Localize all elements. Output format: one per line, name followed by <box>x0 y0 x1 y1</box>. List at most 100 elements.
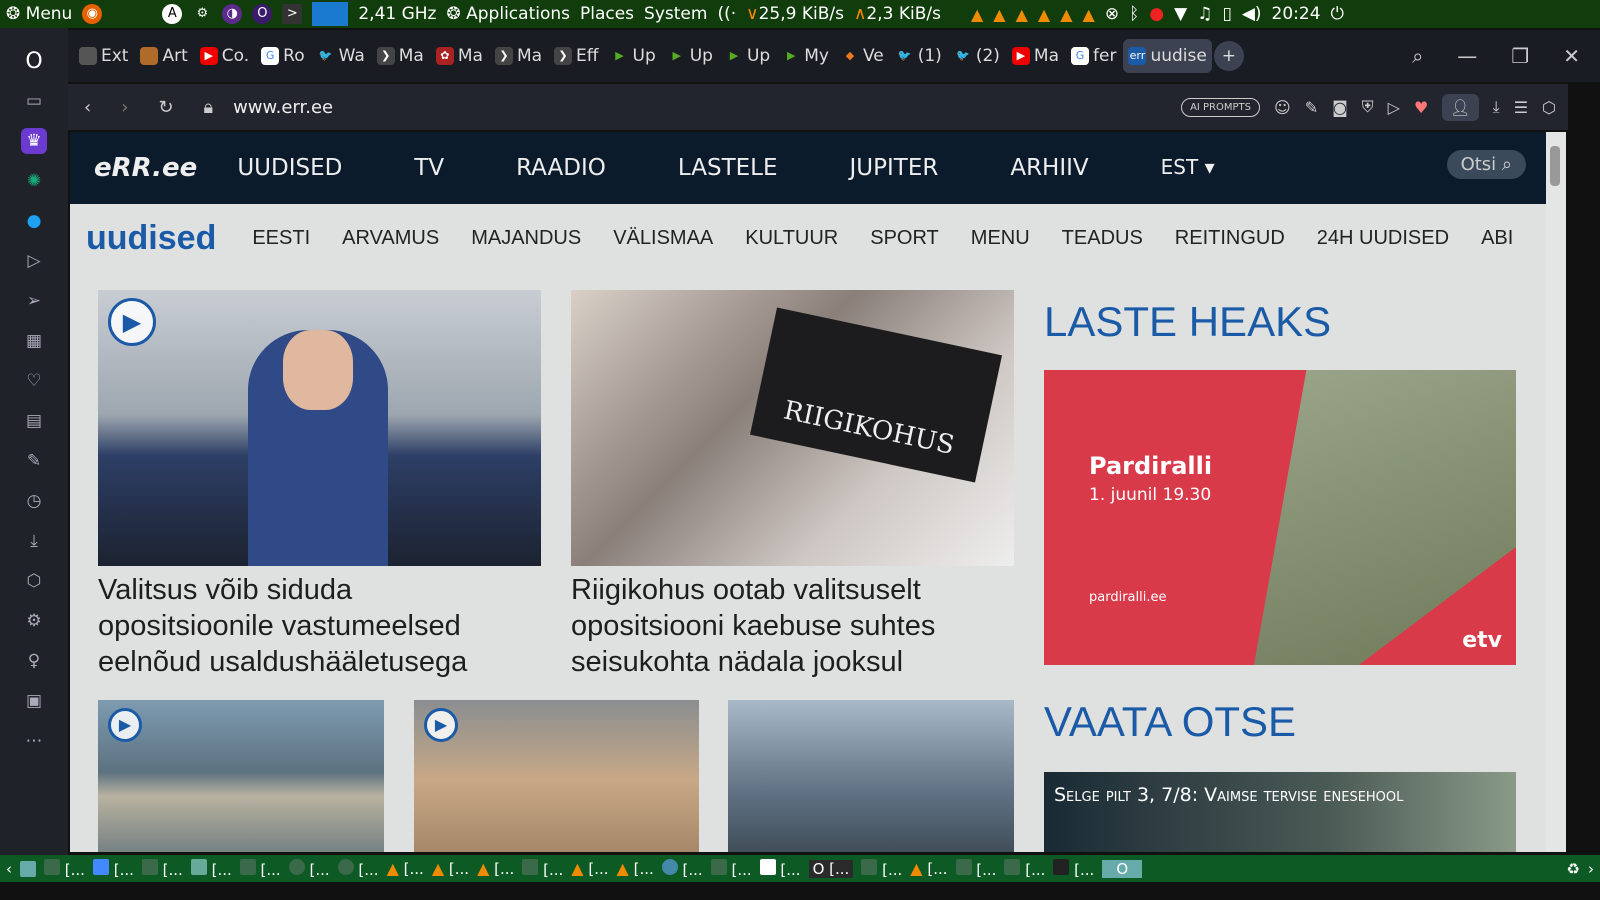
tab[interactable]: G Ro <box>256 39 309 73</box>
extensions-icon[interactable]: ⬡ <box>1542 98 1556 117</box>
taskbar-item[interactable]: [... <box>44 858 85 879</box>
language-select[interactable]: EST ▾ <box>1161 155 1215 181</box>
taskbar-item[interactable]: [... <box>759 858 801 879</box>
tab[interactable]: ▶ Ma <box>1007 39 1064 73</box>
taskbar-item[interactable]: ▲ [... <box>477 859 514 878</box>
vlc-icon[interactable]: ▲ <box>1016 5 1028 24</box>
tab[interactable]: Art <box>135 39 192 73</box>
edit-icon[interactable]: ✎ <box>1305 98 1318 117</box>
taskbar-item[interactable]: ▲ [... <box>432 859 469 878</box>
tab-active[interactable]: err uudise <box>1123 39 1212 73</box>
terminal-icon[interactable]: > <box>282 4 303 24</box>
vlc-icon[interactable]: ▲ <box>971 5 983 24</box>
taskbar-item[interactable]: [... <box>522 858 563 879</box>
article-headline[interactable]: Riigikohus ootab valitsuselt opositsioon… <box>571 572 1001 680</box>
downloads-icon[interactable]: ⤓ <box>21 528 47 554</box>
taskbar-right-arrow[interactable]: › <box>1588 860 1600 878</box>
extensions-icon[interactable]: ⬡ <box>21 568 47 594</box>
nav-raadio[interactable]: RAADIO <box>516 155 606 181</box>
applications-menu[interactable]: ❂ Applications <box>446 4 570 24</box>
tab[interactable]: ❯ Ma <box>372 39 429 73</box>
edit-icon[interactable]: ✎ <box>21 448 47 474</box>
taskbar-item[interactable]: [... <box>861 858 902 879</box>
tab[interactable]: 🐦 (2) <box>949 39 1005 73</box>
article-headline[interactable]: Valitsus võib siduda opositsioonile vast… <box>98 572 528 680</box>
taskbar-item[interactable]: ▲ [... <box>387 859 424 878</box>
live-stream-card[interactable]: Selge pilt 3, 7/8: Vaimse tervise eneseh… <box>1044 772 1516 852</box>
vlc-icon[interactable]: ▲ <box>1038 5 1050 24</box>
ai-prompts-button[interactable]: AI PROMPTS <box>1181 97 1260 117</box>
profile-icon[interactable]: 👤︎ <box>1442 93 1479 121</box>
subnav-kultuur[interactable]: KULTUUR <box>745 227 838 250</box>
heart-icon[interactable]: ♥ <box>1414 98 1428 117</box>
tor-icon[interactable]: ◑ <box>222 4 243 24</box>
subnav-reitingud[interactable]: REITINGUD <box>1175 227 1285 250</box>
notification-icon[interactable]: ♫ <box>1197 4 1212 24</box>
article-image[interactable]: RIIGIKOHUS <box>571 290 1014 566</box>
accessibility-icon[interactable]: A <box>162 4 183 24</box>
err-logo[interactable]: eRR.ee <box>94 153 197 183</box>
nav-jupiter[interactable]: JUPITER <box>850 155 939 181</box>
tab[interactable]: ✿ Ma <box>431 39 488 73</box>
taskbar-item[interactable]: [... <box>1004 858 1045 879</box>
player-icon[interactable]: ▷ <box>21 248 47 274</box>
taskbar-item[interactable]: [... <box>1053 858 1094 879</box>
emoji-icon[interactable]: ☺ <box>1274 98 1291 117</box>
taskbar-item-active[interactable]: O <box>1102 859 1143 878</box>
taskbar-item[interactable]: [... <box>190 858 232 879</box>
tab[interactable]: ▶ Up <box>663 39 718 73</box>
maximize-icon[interactable]: ❐ <box>1511 44 1529 68</box>
notes-icon[interactable]: ▤ <box>21 408 47 434</box>
taskbar-item[interactable]: [... <box>710 858 752 879</box>
search-tabs-icon[interactable]: ⌕ <box>1412 44 1423 68</box>
new-tab-button[interactable]: + <box>1213 41 1244 71</box>
tab[interactable]: ❯ Eff <box>549 39 603 73</box>
subnav-arvamus[interactable]: ARVAMUS <box>342 227 439 250</box>
tab[interactable]: 🐦 (1) <box>891 39 947 73</box>
tab[interactable]: Gfer <box>1066 39 1121 73</box>
minimize-icon[interactable]: — <box>1457 44 1477 68</box>
xbox-icon[interactable]: ⊗ <box>1105 4 1119 24</box>
opera-icon[interactable]: O <box>252 4 273 24</box>
settings-icon[interactable]: ⚙ <box>21 608 47 634</box>
tips-icon[interactable]: ♀ <box>21 648 47 674</box>
download-icon[interactable]: ⤓ <box>1493 97 1500 117</box>
chatgpt-icon[interactable]: ✺ <box>21 168 47 194</box>
page-scrollbar[interactable] <box>1546 132 1566 852</box>
tab[interactable]: ▶ Up <box>606 39 661 73</box>
subnav-sport[interactable]: SPORT <box>870 227 939 250</box>
firefox-icon[interactable]: ◉ <box>82 4 103 24</box>
volume-icon[interactable]: ◀) <box>1242 4 1262 24</box>
tab[interactable]: ▶ Co. <box>195 39 254 73</box>
opera-logo-icon[interactable]: O <box>21 48 47 74</box>
subnav-24h-uudised[interactable]: 24H UUDISED <box>1317 227 1449 250</box>
network-icon[interactable]: ▼ <box>1174 4 1187 24</box>
easy-setup-icon[interactable]: ☰ <box>1514 98 1528 117</box>
subnav-majandus[interactable]: MAJANDUS <box>471 227 581 250</box>
back-icon[interactable]: ‹ <box>84 97 91 118</box>
settings-icon[interactable]: ⚙ <box>192 4 212 24</box>
more-icon[interactable]: ⋯ <box>21 728 47 754</box>
power-icon[interactable]: ⏻ <box>1331 4 1344 24</box>
url-input[interactable]: www.err.ee <box>233 97 333 118</box>
trash-icon[interactable]: ♻ <box>1567 860 1580 878</box>
taskbar-item[interactable]: O [... <box>808 859 854 878</box>
scrollbar-thumb[interactable] <box>1550 146 1560 186</box>
taskbar-item[interactable]: ▲ [... <box>910 859 947 878</box>
tab[interactable]: 🐦 Wa <box>312 39 370 73</box>
play-icon[interactable]: ▶ <box>108 708 142 742</box>
uudised-brand[interactable]: uudised <box>86 219 216 258</box>
subnav-abi[interactable]: ABI <box>1481 227 1513 250</box>
subnav-valismaa[interactable]: VÄLISMAA <box>613 227 713 250</box>
play-icon[interactable]: ▷ <box>1388 98 1400 117</box>
places-menu[interactable]: Places <box>580 4 634 24</box>
battery-icon[interactable]: ▯ <box>1222 4 1231 24</box>
pin-icon[interactable]: ▣ <box>21 688 47 714</box>
subnav-eesti[interactable]: EESTI <box>252 227 310 250</box>
nav-arhiiv[interactable]: ARHIIV <box>1010 155 1088 181</box>
apps-icon[interactable]: ▦ <box>21 328 47 354</box>
taskbar-item[interactable]: [... <box>239 858 281 879</box>
camera-icon[interactable]: ◙ <box>1332 98 1348 117</box>
tab[interactable]: ▶ My <box>777 39 834 73</box>
taskbar-left-arrow[interactable]: ‹ <box>6 860 12 878</box>
